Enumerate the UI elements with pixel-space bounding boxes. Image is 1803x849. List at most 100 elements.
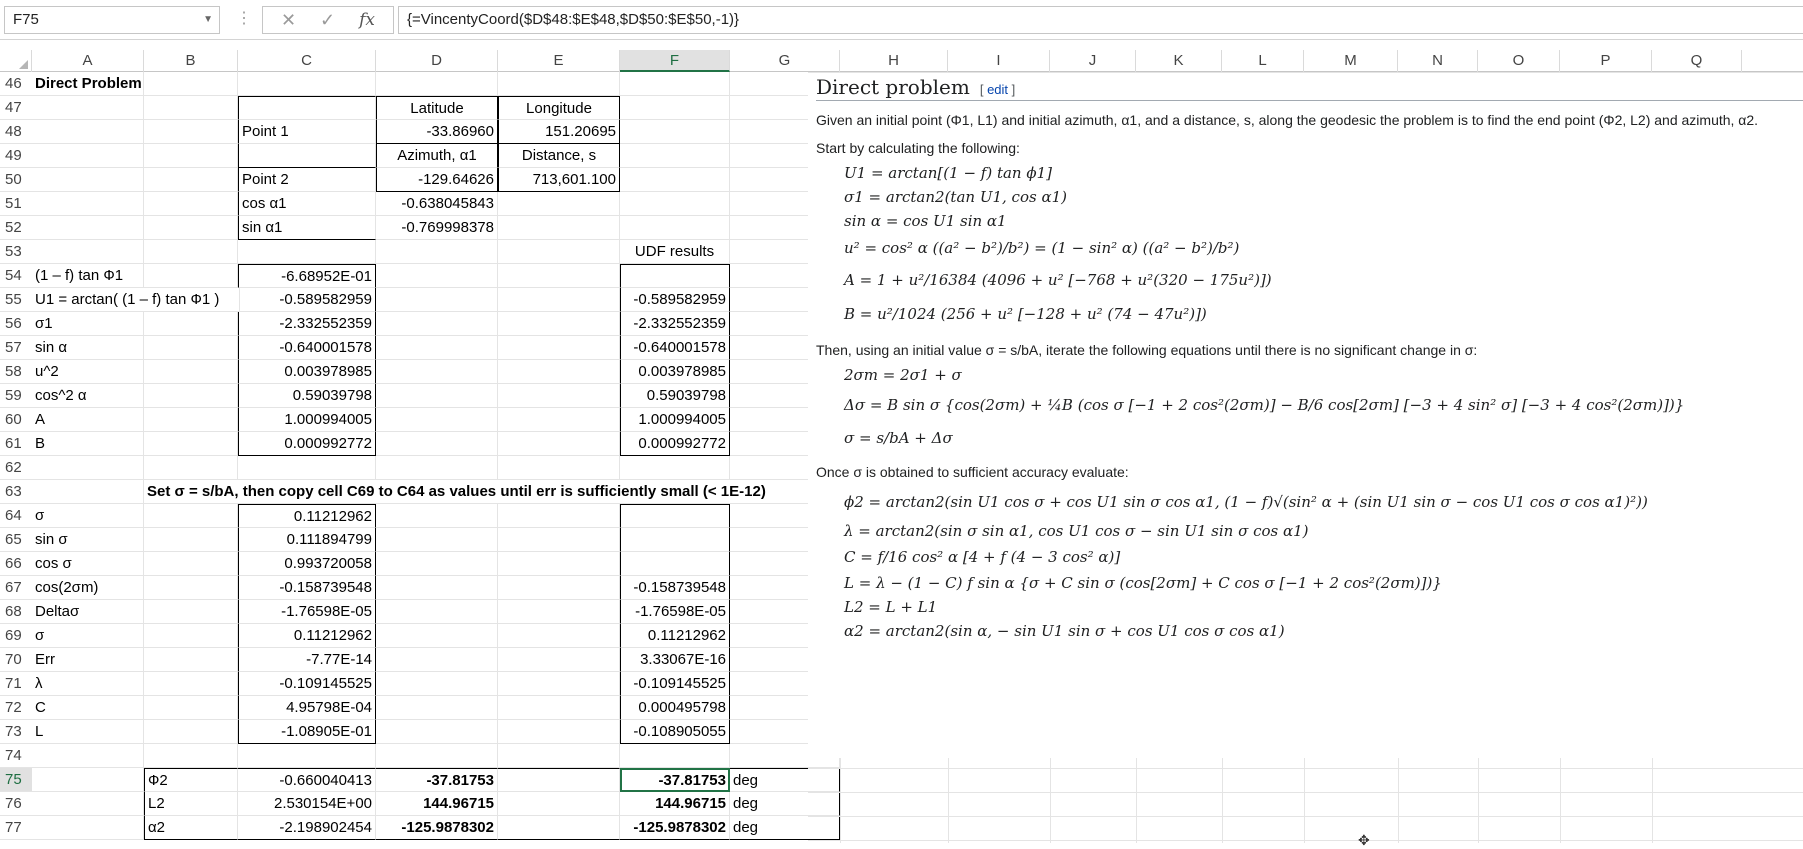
row-header[interactable]: 47 (0, 96, 32, 120)
cell-f56[interactable]: -2.332552359 (620, 312, 730, 336)
cell-d49[interactable]: Azimuth, α1 (376, 144, 498, 168)
cell-a57[interactable]: sin α (32, 336, 144, 360)
column-header-h[interactable]: H (840, 50, 948, 72)
cell-e62[interactable] (498, 456, 620, 480)
cell-e60[interactable] (498, 408, 620, 432)
cell-c70[interactable]: -7.77E-14 (238, 648, 376, 672)
cell-d64[interactable] (376, 504, 498, 528)
row-header[interactable]: 52 (0, 216, 32, 240)
cell-b51[interactable] (144, 192, 238, 216)
row-header[interactable]: 73 (0, 720, 32, 744)
cell-b61[interactable] (144, 432, 238, 456)
cell-a62[interactable] (32, 456, 144, 480)
cancel-icon[interactable]: ✕ (281, 10, 296, 31)
cell-e57[interactable] (498, 336, 620, 360)
chevron-down-icon[interactable]: ▼ (203, 7, 213, 33)
cell-d76[interactable]: 144.96715 (376, 792, 498, 816)
cell-f60[interactable]: 1.000994005 (620, 408, 730, 432)
cell-e48[interactable]: 151.20695 (498, 120, 620, 144)
row-header[interactable]: 68 (0, 600, 32, 624)
cell-a73[interactable]: L (32, 720, 144, 744)
cell-c72[interactable]: 4.95798E-04 (238, 696, 376, 720)
cell-e72[interactable] (498, 696, 620, 720)
cell-a77[interactable] (32, 816, 144, 840)
cell-c49[interactable] (238, 144, 376, 168)
cell-b66[interactable] (144, 552, 238, 576)
row-header[interactable]: 69 (0, 624, 32, 648)
cell-b46[interactable] (144, 72, 238, 96)
cell-c54[interactable]: -6.68952E-01 (238, 264, 376, 288)
cell-c66[interactable]: 0.993720058 (238, 552, 376, 576)
column-header-k[interactable]: K (1136, 50, 1222, 72)
cell-c76[interactable]: 2.530154E+00 (238, 792, 376, 816)
cell-b48[interactable] (144, 120, 238, 144)
row-header[interactable]: 74 (0, 744, 32, 768)
cell-c56[interactable]: -2.332552359 (238, 312, 376, 336)
cell-d57[interactable] (376, 336, 498, 360)
row-header[interactable]: 76 (0, 792, 32, 816)
cell-c61[interactable]: 0.000992772 (238, 432, 376, 456)
cell-a63[interactable] (32, 480, 144, 504)
cell-e70[interactable] (498, 648, 620, 672)
cell-c64[interactable]: 0.11212962 (238, 504, 376, 528)
cell-d59[interactable] (376, 384, 498, 408)
cell-f50[interactable] (620, 168, 730, 192)
cell-b54[interactable] (144, 264, 238, 288)
cell-a49[interactable] (32, 144, 144, 168)
cell-f48[interactable] (620, 120, 730, 144)
cell-b71[interactable] (144, 672, 238, 696)
row-header[interactable]: 72 (0, 696, 32, 720)
cell-b60[interactable] (144, 408, 238, 432)
cell-a60[interactable]: A (32, 408, 144, 432)
cell-b73[interactable] (144, 720, 238, 744)
cell-f47[interactable] (620, 96, 730, 120)
cell-d75[interactable]: -37.81753 (376, 768, 498, 792)
cell-a64[interactable]: σ (32, 504, 144, 528)
cell-c58[interactable]: 0.003978985 (238, 360, 376, 384)
cell-d74[interactable] (376, 744, 498, 768)
cell-d48[interactable]: -33.86960 (376, 120, 498, 144)
cell-e54[interactable] (498, 264, 620, 288)
cell-f51[interactable] (620, 192, 730, 216)
row-header[interactable]: 56 (0, 312, 32, 336)
cell-a51[interactable] (32, 192, 144, 216)
cell-b50[interactable] (144, 168, 238, 192)
row-header[interactable]: 64 (0, 504, 32, 528)
cell-e69[interactable] (498, 624, 620, 648)
row-header[interactable]: 75 (0, 768, 32, 792)
cell-e56[interactable] (498, 312, 620, 336)
cell-f49[interactable] (620, 144, 730, 168)
cell-b74[interactable] (144, 744, 238, 768)
cell-d72[interactable] (376, 696, 498, 720)
enter-icon[interactable]: ✓ (320, 10, 335, 31)
row-header[interactable]: 65 (0, 528, 32, 552)
column-header-m[interactable]: M (1304, 50, 1398, 72)
cell-a55[interactable]: U1 = arctan( (1 – f) tan Ф1 ) (32, 288, 240, 312)
cell-c48[interactable]: Point 1 (238, 120, 376, 144)
cell-a59[interactable]: cos^2 α (32, 384, 144, 408)
cell-b63[interactable]: Set σ = s/bA, then copy cell C69 to C64 … (144, 480, 766, 504)
cell-b72[interactable] (144, 696, 238, 720)
cell-f64[interactable] (620, 504, 730, 528)
cell-d62[interactable] (376, 456, 498, 480)
cell-e65[interactable] (498, 528, 620, 552)
cell-c62[interactable] (238, 456, 376, 480)
cell-d53[interactable] (376, 240, 498, 264)
cell-e74[interactable] (498, 744, 620, 768)
cell-b76[interactable]: L2 (144, 792, 238, 816)
cell-f54[interactable] (620, 264, 730, 288)
column-header-o[interactable]: O (1478, 50, 1560, 72)
cell-d58[interactable] (376, 360, 498, 384)
row-header[interactable]: 62 (0, 456, 32, 480)
cell-e67[interactable] (498, 576, 620, 600)
cell-c73[interactable]: -1.08905E-01 (238, 720, 376, 744)
cell-e64[interactable] (498, 504, 620, 528)
cell-e46[interactable] (498, 72, 620, 96)
cell-d51[interactable]: -0.638045843 (376, 192, 498, 216)
cell-c50[interactable]: Point 2 (238, 168, 376, 192)
cell-e53[interactable] (498, 240, 620, 264)
cell-a54[interactable]: (1 – f) tan Ф1 (32, 264, 144, 288)
cell-c55[interactable]: -0.589582959 (238, 288, 376, 312)
cell-e47[interactable]: Longitude (498, 96, 620, 120)
cell-a47[interactable] (32, 96, 144, 120)
